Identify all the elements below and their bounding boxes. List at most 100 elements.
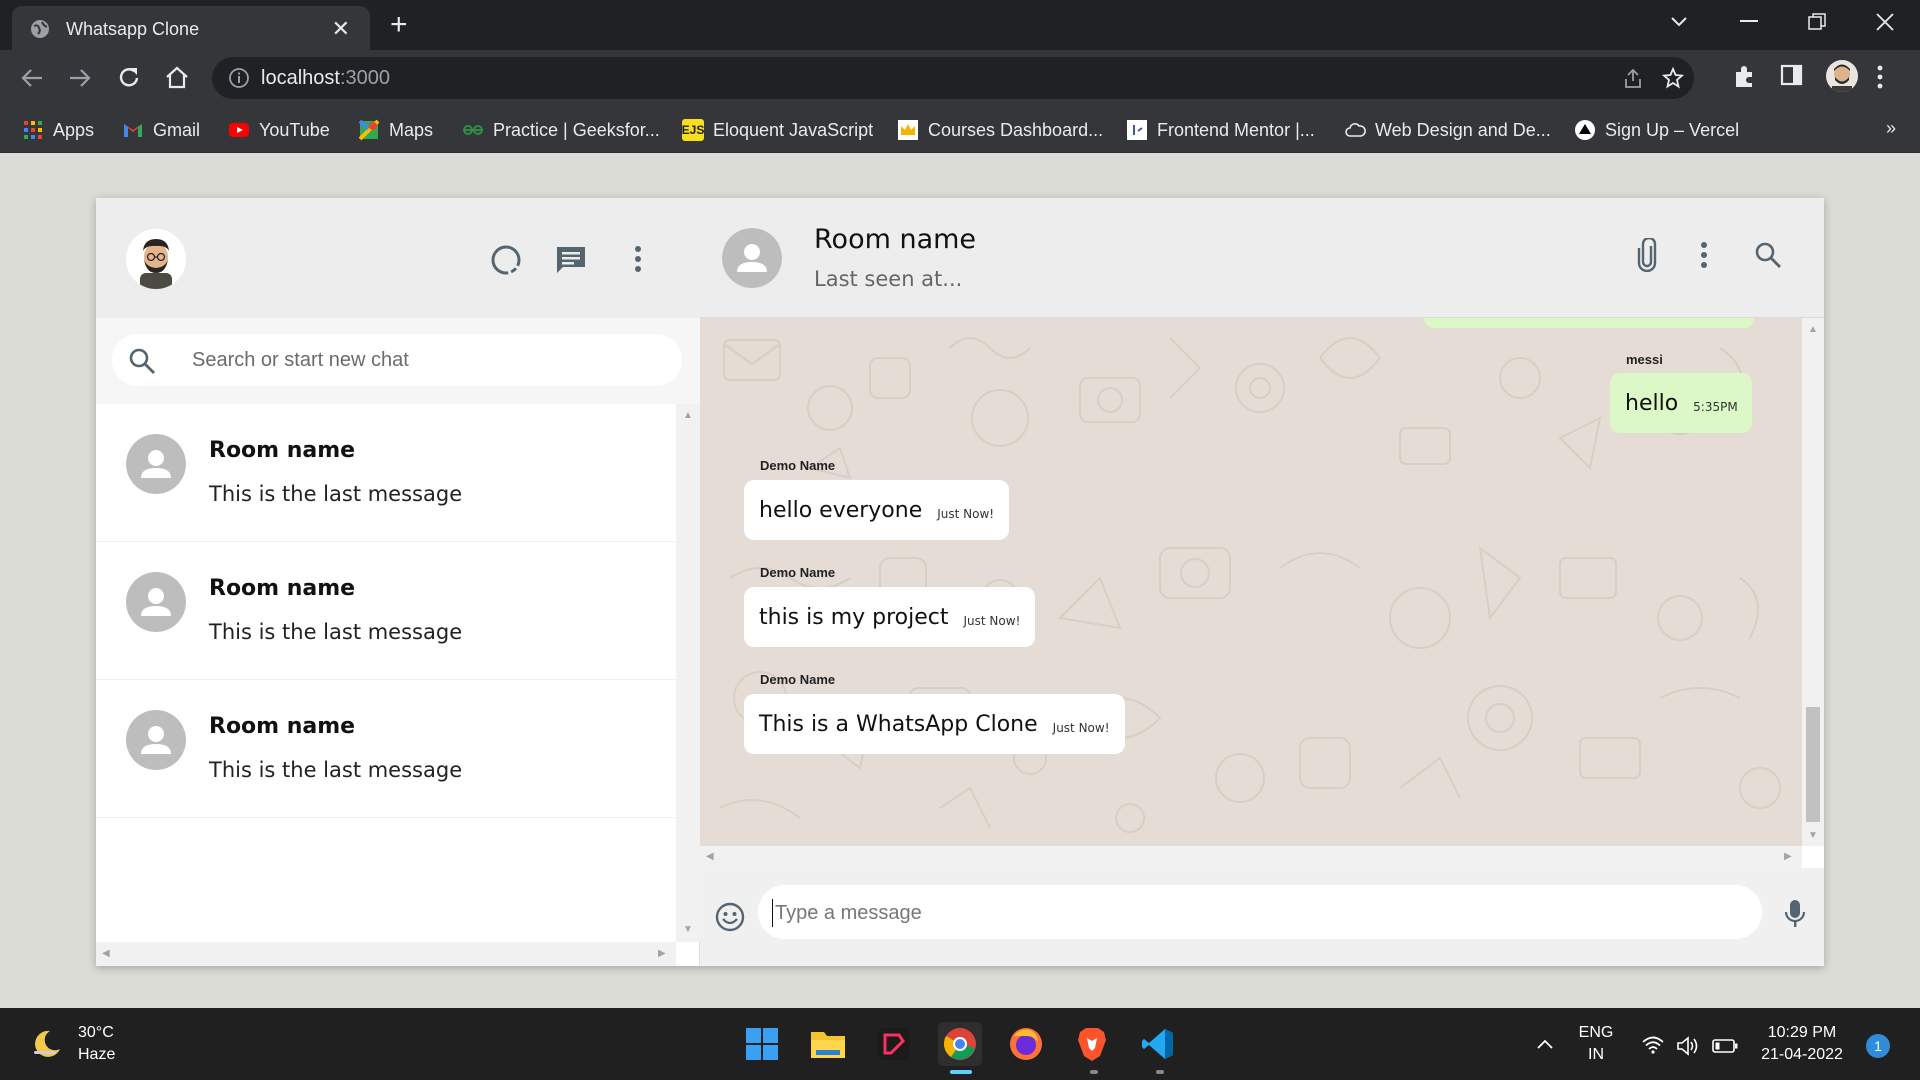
bookmark-maps[interactable]: Maps [358,115,433,145]
room-avatar[interactable] [722,228,782,288]
sidebar-header [96,198,700,318]
chat-avatar [126,710,186,770]
new-chat-icon[interactable] [555,245,587,275]
scroll-down-arrow-icon[interactable]: ▼ [1808,830,1818,841]
sidebar-horizontal-scrollbar[interactable]: ◀ ▶ [96,942,676,966]
moon-haze-icon [34,1030,60,1057]
message-bubble-received: this is my project Just Now! [744,587,1036,647]
browser-tab[interactable]: Whatsapp Clone ✕ [12,6,370,50]
chat-menu-dots-icon[interactable] [1700,240,1708,270]
frontend-mentor-icon [1127,120,1147,140]
scroll-up-arrow-icon[interactable]: ▲ [1808,324,1818,335]
scrollbar-thumb[interactable] [1806,707,1820,822]
bookmark-label: Eloquent JavaScript [713,119,874,140]
chat-name: Room name [209,438,356,463]
back-icon[interactable] [20,66,44,90]
status-icon[interactable] [490,244,522,276]
notification-badge[interactable]: 1 [1866,1034,1890,1058]
search-container[interactable] [112,334,682,386]
taskbar-file-explorer[interactable] [806,1022,850,1066]
forward-icon[interactable] [68,66,92,90]
chat-vertical-scrollbar[interactable]: ▲ ▼ [1802,318,1824,846]
site-info-icon[interactable] [228,67,250,89]
weather-widget[interactable]: 30°C Haze [30,1022,115,1066]
minimize-icon[interactable] [1740,20,1758,24]
more-bookmarks-button[interactable]: » [1886,118,1896,139]
bookmark-vercel[interactable]: Sign Up – Vercel [1574,115,1739,145]
vercel-icon [1575,120,1595,140]
taskbar-app-2[interactable] [872,1022,916,1066]
message-input[interactable] [772,899,1732,927]
chat-list-item[interactable]: Room name This is the last message [96,680,676,818]
message-bubble-received: hello everyone Just Now! [744,480,1010,540]
chat-last-message: This is the last message [209,758,463,782]
search-icon [129,348,155,374]
scroll-right-arrow-icon[interactable]: ▶ [1784,851,1792,862]
chat-horizontal-scrollbar[interactable]: ◀ ▶ [700,846,1802,868]
message-time: 5:35PM [1693,400,1738,414]
running-app-indicator [1090,1070,1098,1074]
user-avatar[interactable] [126,229,186,289]
chat-list: Room name This is the last message Room … [96,404,676,942]
search-messages-icon[interactable] [1754,241,1782,269]
region-code: IN [1588,1046,1604,1063]
window-close-icon[interactable] [1876,13,1894,31]
taskbar-firefox[interactable] [1004,1022,1048,1066]
bookmark-label: Maps [389,119,434,140]
bookmark-youtube[interactable]: YouTube [228,115,330,145]
restore-icon[interactable] [1808,13,1826,31]
emoji-icon[interactable] [714,901,746,933]
bookmark-apps[interactable]: Apps [22,115,94,145]
share-icon[interactable] [1622,67,1644,89]
scroll-down-arrow-icon[interactable]: ▼ [683,924,693,935]
default-user-icon [722,228,782,288]
search-input[interactable] [192,346,662,374]
bookmark-frontend-mentor[interactable]: Frontend Mentor |... [1126,115,1315,145]
address-bar[interactable]: localhost:3000 [212,57,1694,99]
bookmark-label: Courses Dashboard... [928,119,1104,140]
microphone-icon[interactable] [1784,898,1806,930]
bookmark-star-icon[interactable] [1662,67,1684,89]
wifi-icon[interactable] [1642,1036,1664,1054]
scroll-left-arrow-icon[interactable]: ◀ [706,851,714,862]
battery-icon[interactable] [1712,1038,1738,1054]
reload-icon[interactable] [116,65,142,91]
sidebar-vertical-scrollbar[interactable]: ▲ ▼ [676,404,700,942]
start-button[interactable] [740,1022,784,1066]
taskbar-chrome[interactable] [938,1022,982,1066]
taskbar-vscode[interactable] [1136,1022,1180,1066]
bookmark-gmail[interactable]: Gmail [122,115,200,145]
profile-avatar[interactable] [1826,60,1858,92]
taskbar-brave[interactable] [1070,1022,1114,1066]
bookmark-web-design[interactable]: Web Design and De... [1344,115,1551,145]
scroll-up-arrow-icon[interactable]: ▲ [683,410,693,421]
show-hidden-icons-chevron-icon[interactable] [1536,1038,1554,1050]
bookmarks-bar: Apps Gmail YouTube Maps Practice | Geeks… [0,106,1920,153]
tab-close-icon[interactable]: ✕ [332,16,350,42]
bookmark-courses-dashboard[interactable]: Courses Dashboard... [897,115,1103,145]
chat-footer [700,868,1824,966]
temperature: 30°C [78,1024,114,1041]
message-sender: Demo Name [760,565,836,580]
chat-body: messi hello 5:35PM Demo Name hello every… [700,318,1802,846]
side-panel-icon[interactable] [1780,63,1804,87]
profile-face-icon [1832,64,1852,92]
scroll-left-arrow-icon[interactable]: ◀ [102,948,110,959]
chat-list-item[interactable]: Room name This is the last message [96,404,676,542]
attach-icon[interactable] [1636,238,1658,272]
bookmark-eloquent-js[interactable]: EJS Eloquent JavaScript [682,115,873,145]
browser-menu-icon[interactable] [1876,64,1884,90]
clock[interactable]: 10:29 PM 21-04-2022 [1754,1022,1850,1066]
language-indicator[interactable]: ENG IN [1576,1022,1616,1066]
volume-icon[interactable] [1676,1036,1700,1056]
chat-list-item[interactable]: Room name This is the last message [96,542,676,680]
message-input-container[interactable] [758,885,1762,939]
new-tab-icon[interactable]: + [390,8,408,42]
extensions-icon[interactable] [1732,63,1758,89]
bookmark-geeksforgeeks[interactable]: Practice | Geeksfor... [462,115,660,145]
home-icon[interactable] [164,65,190,91]
tab-search-chevron-icon[interactable] [1670,16,1688,28]
scroll-right-arrow-icon[interactable]: ▶ [658,948,666,959]
maps-icon [358,119,380,141]
menu-dots-icon[interactable] [634,244,642,274]
